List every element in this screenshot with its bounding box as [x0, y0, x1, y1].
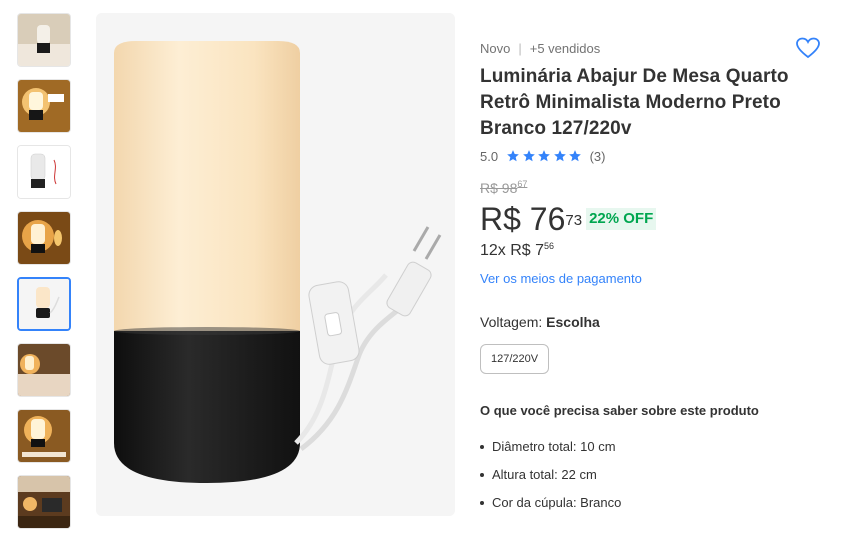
bullet-icon [480, 473, 484, 477]
thumbnail-list [17, 13, 73, 541]
list-item: Cor da cúpula: Branco [480, 495, 825, 523]
star-icon [553, 150, 566, 162]
condition-label: Novo [480, 40, 511, 56]
specs-list: Diâmetro total: 10 cm Altura total: 22 c… [480, 439, 825, 523]
discount-badge: 22% OFF [586, 208, 657, 230]
thumbnail-1[interactable] [17, 13, 71, 67]
thumbnail-7[interactable] [17, 409, 71, 463]
current-price-cents: 73 [565, 212, 583, 229]
star-icon [569, 150, 581, 162]
heart-outline-icon[interactable] [795, 36, 821, 60]
bullet-icon [480, 501, 484, 505]
price-row: R$ 7673 22% OFF [480, 200, 825, 240]
spec-text: Cor da cúpula: Branco [492, 495, 622, 510]
star-icon [538, 150, 550, 162]
voltage-label-text: Voltagem: [480, 314, 543, 330]
installments-value: 12x R$ 7 [480, 242, 545, 259]
old-price-value: R$ 98 [480, 180, 518, 196]
old-price: R$ 9867 [480, 179, 825, 198]
voltage-label: Voltagem: Escolha [480, 314, 825, 334]
list-item: Diâmetro total: 10 cm [480, 439, 825, 467]
product-info: Novo | +5 vendidos Luminária Abajur De M… [480, 34, 825, 523]
thumbnail-6[interactable] [17, 343, 71, 397]
thumbnail-2[interactable] [17, 79, 71, 133]
thumbnail-3[interactable] [17, 145, 71, 199]
meta-separator: | [518, 40, 522, 56]
current-price-value: R$ 76 [480, 201, 566, 237]
review-count: (3) [589, 148, 606, 164]
star-icon [522, 150, 535, 162]
thumbnail-8[interactable] [17, 475, 71, 529]
installments-cents: 56 [544, 241, 555, 251]
voltage-selected: Escolha [546, 314, 600, 330]
bullet-icon [480, 445, 484, 449]
list-item: Altura total: 22 cm [480, 467, 825, 495]
main-product-image[interactable] [96, 13, 455, 516]
product-meta: Novo | +5 vendidos [480, 34, 825, 62]
thumbnail-5-selected[interactable] [17, 277, 71, 331]
sold-count: +5 vendidos [529, 40, 601, 56]
spec-text: Diâmetro total: 10 cm [492, 439, 616, 454]
rating-stars [506, 149, 584, 163]
lamp-illustration [96, 13, 455, 516]
rating-value: 5.0 [480, 148, 499, 164]
spec-text: Altura total: 22 cm [492, 467, 597, 482]
installments: 12x R$ 756 [480, 241, 825, 264]
specs-title: O que você precisa saber sobre este prod… [480, 403, 759, 418]
rating-row[interactable]: 5.0 (3) [480, 146, 825, 166]
old-price-cents: 67 [517, 179, 528, 189]
star-icon [507, 150, 519, 162]
product-title: Luminária Abajur De Mesa Quarto Retrô Mi… [480, 66, 789, 139]
voltage-option-button[interactable]: 127/220V [480, 344, 550, 374]
thumbnail-4[interactable] [17, 211, 71, 265]
payment-methods-link[interactable]: Ver os meios de pagamento [480, 271, 825, 291]
current-price: R$ 7673 [480, 200, 582, 238]
